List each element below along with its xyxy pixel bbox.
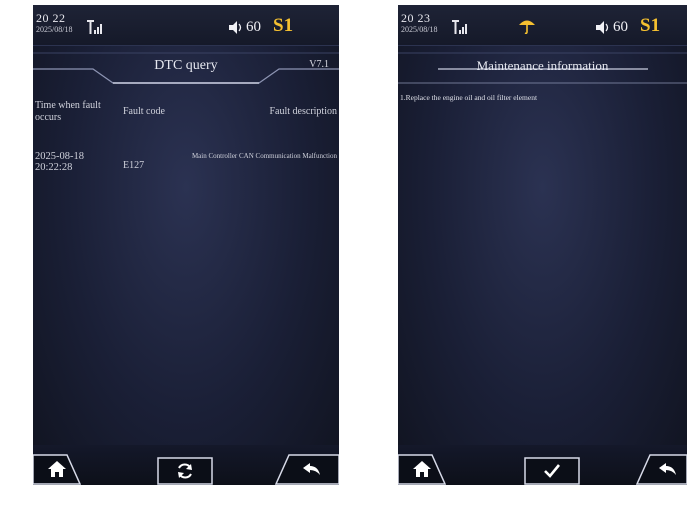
title-bar: DTC query V7.1: [33, 45, 339, 89]
check-icon: [544, 464, 561, 478]
title-bar: Maintenance information: [398, 45, 687, 89]
umbrella-icon: [519, 20, 535, 34]
volume-indicator: 60: [229, 19, 261, 36]
version-label: V7.1: [309, 59, 329, 70]
page-title: Maintenance information: [476, 58, 609, 73]
clock-date: 2025/08/18: [401, 25, 438, 34]
maintenance-item: 1.Replace the engine oil and oil filter …: [400, 93, 538, 102]
fault-code: E127: [123, 160, 145, 171]
home-button[interactable]: [33, 453, 81, 485]
volume-value: 60: [246, 19, 261, 35]
col-header-code: Fault code: [123, 106, 165, 117]
volume-value: 60: [613, 19, 628, 35]
gear-indicator: S1: [273, 15, 294, 36]
col-header-description: Fault description: [269, 106, 338, 117]
bottom-bar: [398, 445, 687, 485]
confirm-button[interactable]: [524, 457, 580, 485]
fault-time: 2025-08-18 20:22:28: [35, 151, 84, 173]
volume-indicator: 60: [596, 19, 628, 36]
refresh-icon: [178, 463, 192, 479]
clock-time: 20 23: [401, 11, 431, 25]
status-bar: 20 23 2025/08/18 60 S1: [398, 5, 687, 46]
page-title: DTC query: [154, 58, 218, 73]
status-bar: 20 22 2025/08/18 60 S1: [33, 5, 339, 46]
signal-icon: [452, 20, 467, 34]
back-arrow-icon: [303, 463, 320, 475]
fault-description: Main Controller CAN Communication Malfun…: [191, 152, 337, 160]
clock-date: 2025/08/18: [36, 25, 73, 34]
home-button[interactable]: [398, 453, 446, 485]
home-icon: [48, 461, 66, 477]
col-header-time: Time when fault occurs: [35, 100, 101, 123]
clock-time: 20 22: [36, 11, 66, 25]
back-button[interactable]: [275, 453, 339, 485]
bottom-bar: [33, 445, 339, 485]
speaker-icon: [229, 21, 242, 34]
signal-icon: [87, 20, 102, 34]
dtc-query-screen: 20 22 2025/08/18 60 S1 DTC query V7.1 Ti…: [33, 5, 339, 485]
back-button[interactable]: [636, 453, 687, 485]
speaker-icon: [596, 21, 609, 34]
maintenance-info-screen: 20 23 2025/08/18 60 S1 Maintenance infor…: [398, 5, 687, 485]
gear-indicator: S1: [640, 15, 661, 36]
back-arrow-icon: [658, 463, 676, 475]
home-icon: [413, 461, 431, 477]
refresh-button[interactable]: [157, 457, 213, 485]
